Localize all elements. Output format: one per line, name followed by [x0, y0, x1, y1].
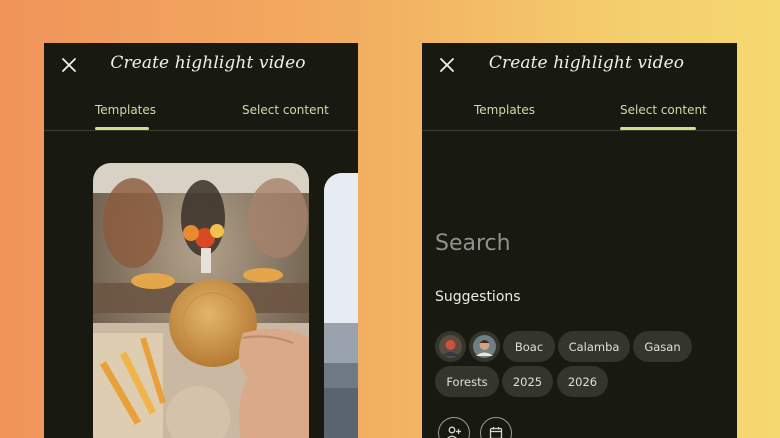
tab-select-content[interactable]: Select content — [242, 103, 329, 117]
tab-templates[interactable]: Templates — [474, 103, 535, 117]
suggestion-chip[interactable]: Calamba — [558, 331, 630, 362]
suggestion-chip[interactable]: 2025 — [502, 366, 553, 397]
tab-select-content[interactable]: Select content — [620, 103, 707, 117]
suggestion-chip[interactable]: 2026 — [557, 366, 608, 397]
screen-title: Create highlight video — [110, 53, 306, 73]
tab-divider — [422, 130, 737, 131]
person-chip-2[interactable] — [469, 331, 500, 362]
suggestions-heading: Suggestions — [435, 289, 521, 305]
person-avatar-1 — [439, 335, 462, 358]
suggestion-chip[interactable]: Forests — [435, 366, 499, 397]
add-person-button[interactable] — [438, 417, 470, 438]
person-chip-1[interactable] — [435, 331, 466, 362]
date-filter-button[interactable] — [480, 417, 512, 438]
tab-divider — [44, 130, 358, 131]
suggestion-chip[interactable]: Boac — [503, 331, 555, 362]
suggestion-chip[interactable]: Gasan — [633, 331, 692, 362]
add-person-icon — [447, 426, 461, 438]
tab-templates[interactable]: Templates — [95, 103, 156, 117]
template-preview-image-next — [324, 173, 358, 438]
calendar-icon — [489, 427, 503, 438]
templates-screen: Create highlight video Templates Select … — [44, 43, 358, 438]
screen-title: Create highlight video — [488, 53, 685, 73]
template-preview-image — [93, 163, 309, 438]
person-avatar-2 — [473, 335, 496, 358]
search-input[interactable]: Search — [435, 231, 511, 256]
template-card-next[interactable] — [324, 173, 358, 438]
select-content-screen: Create highlight video Templates Select … — [422, 43, 737, 438]
template-card-active[interactable] — [93, 163, 309, 438]
